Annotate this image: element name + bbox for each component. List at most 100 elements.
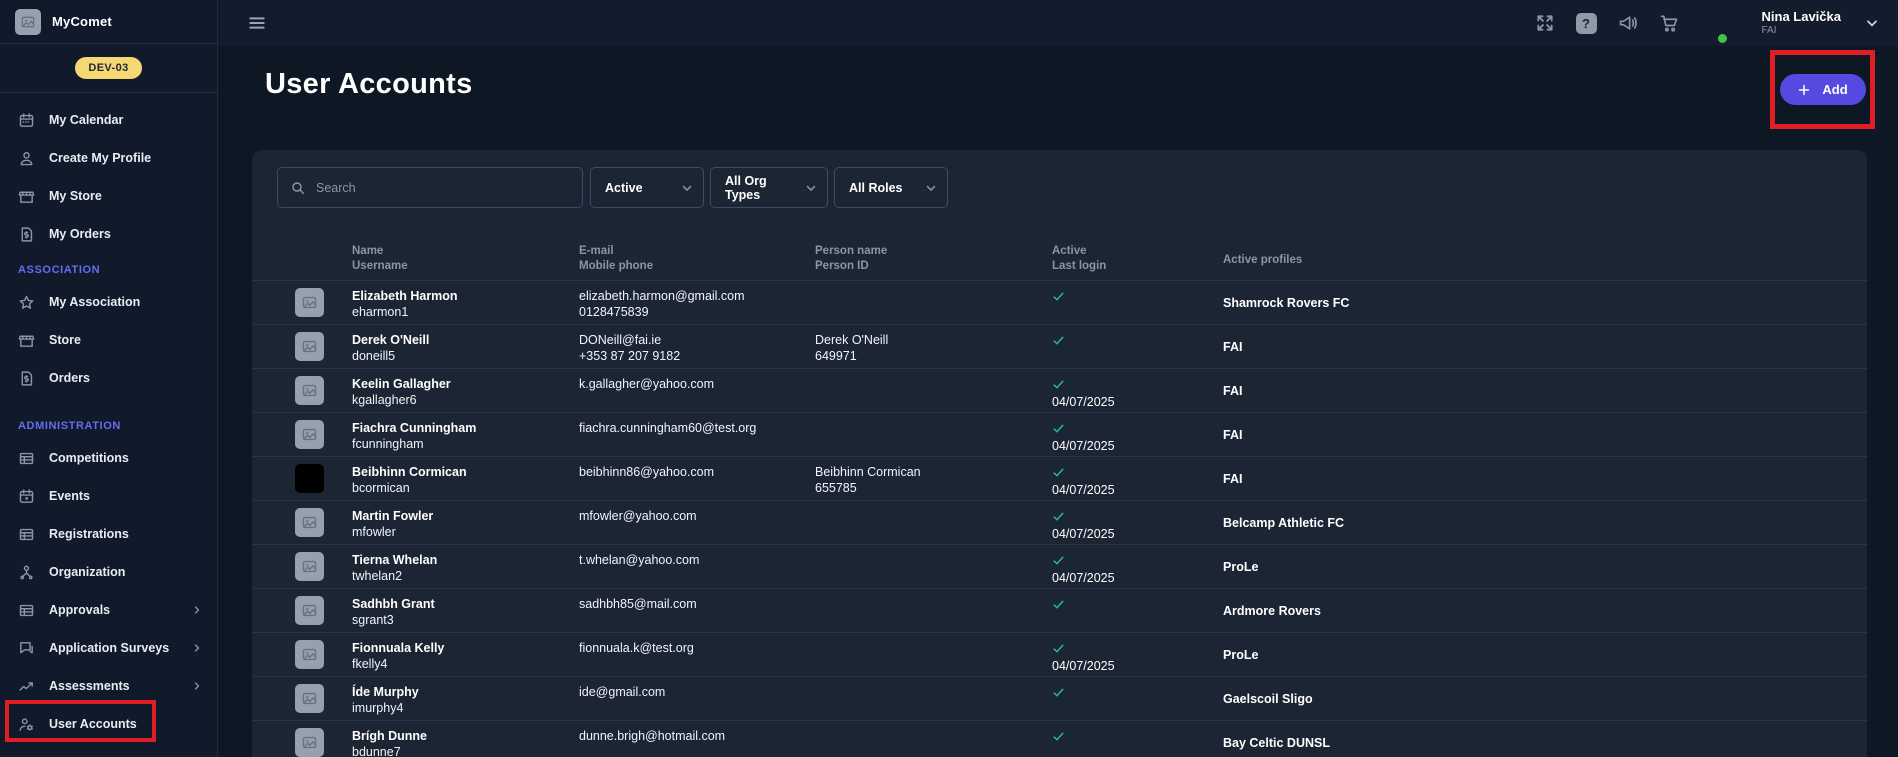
- avatar-placeholder-icon: [295, 376, 324, 405]
- header-active-profiles: Active profiles: [1223, 242, 1867, 276]
- image-icon: [301, 646, 318, 663]
- user-menu[interactable]: Nina Lavička FAI: [1762, 9, 1842, 37]
- invoice-icon: [18, 226, 35, 243]
- header-line: Name: [352, 244, 579, 259]
- last-login: 04/07/2025: [1052, 394, 1223, 410]
- add-button[interactable]: Add: [1780, 74, 1866, 105]
- username: mfowler: [352, 524, 579, 540]
- hamburger-menu-icon[interactable]: [247, 13, 267, 33]
- cell-profiles: FAI: [1223, 339, 1867, 355]
- cell-email: fionnuala.k@test.org: [579, 633, 815, 656]
- table-row[interactable]: Tierna Whelantwhelan2 t.whelan@yahoo.com…: [252, 544, 1867, 588]
- announcements-icon[interactable]: [1618, 13, 1638, 33]
- calendar-event-icon: [18, 488, 35, 505]
- table-header: Name Username E-mail Mobile phone Person…: [252, 242, 1867, 276]
- sidebar-item-user-accounts[interactable]: User Accounts: [0, 705, 217, 743]
- row-avatar: [252, 684, 352, 713]
- cell-name: Fiachra Cunninghamfcunningham: [352, 413, 579, 452]
- org-type-filter-value: All Org Types: [725, 174, 796, 202]
- table-row[interactable]: Derek O'Neilldoneill5 DONeill@fai.ie+353…: [252, 324, 1867, 368]
- topbar: ? Nina Lavička FAI: [218, 0, 1898, 46]
- cell-active: 04/07/2025: [1052, 457, 1223, 498]
- trend-icon: [18, 678, 35, 695]
- search-icon: [290, 180, 306, 196]
- avatar-placeholder-icon: [295, 640, 324, 669]
- row-avatar: [252, 376, 352, 405]
- fullscreen-icon[interactable]: [1535, 13, 1555, 33]
- online-status-dot: [1718, 34, 1727, 43]
- cell-person: [815, 633, 1052, 640]
- table-row[interactable]: Íde Murphyimurphy4 ide@gmail.com Gaelsco…: [252, 676, 1867, 720]
- cell-profiles: ProLe: [1223, 647, 1867, 663]
- sidebar-item-label: Competitions: [49, 451, 129, 465]
- user-avatar[interactable]: [1706, 10, 1733, 37]
- annotation-add-highlight: Add: [1770, 50, 1875, 129]
- sidebar-item-label: User Accounts: [49, 717, 137, 731]
- add-button-label: Add: [1822, 82, 1847, 97]
- table-row[interactable]: Sadhbh Grantsgrant3 sadhbh85@mail.com Ar…: [252, 588, 1867, 632]
- sidebar-item-store[interactable]: Store: [0, 321, 217, 359]
- sidebar-item-my-store[interactable]: My Store: [0, 177, 217, 215]
- sidebar-item-registrations[interactable]: Registrations: [0, 515, 217, 553]
- cell-person: [815, 413, 1052, 420]
- sidebar-item-assessments[interactable]: Assessments: [0, 667, 217, 705]
- table-row[interactable]: Beibhinn Cormicanbcormican beibhinn86@ya…: [252, 456, 1867, 500]
- sidebar-item-orders[interactable]: Orders: [0, 359, 217, 397]
- cell-person: Beibhinn Cormican655785: [815, 457, 1052, 496]
- main-content: User Accounts Add Active All Org Types: [218, 46, 1898, 757]
- help-icon[interactable]: ?: [1576, 13, 1597, 34]
- image-icon: [301, 514, 318, 531]
- sidebar-item-create-my-profile[interactable]: Create My Profile: [0, 139, 217, 177]
- app-logo-icon: [15, 9, 41, 35]
- sidebar-item-my-orders[interactable]: My Orders: [0, 215, 217, 253]
- active-check-icon: [1052, 334, 1065, 347]
- sidebar-item-approvals[interactable]: Approvals: [0, 591, 217, 629]
- sidebar-item-label: My Store: [49, 189, 102, 203]
- cell-name: Keelin Gallagherkgallagher6: [352, 369, 579, 408]
- sidebar-section-administration: ADMINISTRATION: [0, 413, 217, 439]
- table-row[interactable]: Fiachra Cunninghamfcunningham fiachra.cu…: [252, 412, 1867, 456]
- row-avatar: [252, 552, 352, 581]
- email: fionnuala.k@test.org: [579, 640, 815, 656]
- cell-name: Derek O'Neilldoneill5: [352, 325, 579, 364]
- survey-icon: [18, 640, 35, 657]
- cart-icon[interactable]: [1659, 13, 1679, 33]
- avatar-placeholder-icon: [295, 552, 324, 581]
- sidebar-logo-row[interactable]: MyComet: [0, 0, 217, 44]
- chevron-down-icon[interactable]: [1864, 15, 1880, 31]
- person-id: 655785: [815, 480, 1052, 496]
- cell-active: [1052, 281, 1223, 303]
- sidebar-item-competitions[interactable]: Competitions: [0, 439, 217, 477]
- table-row[interactable]: Keelin Gallagherkgallagher6 k.gallagher@…: [252, 368, 1867, 412]
- cell-email: fiachra.cunningham60@test.org: [579, 413, 815, 436]
- table-row[interactable]: Elizabeth Harmoneharmon1 elizabeth.harmo…: [252, 280, 1867, 324]
- table-row[interactable]: Martin Fowlermfowler mfowler@yahoo.com 0…: [252, 500, 1867, 544]
- sidebar-item-label: Store: [49, 333, 81, 347]
- cell-profiles: Gaelscoil Sligo: [1223, 691, 1867, 707]
- role-filter-select[interactable]: All Roles: [834, 167, 948, 208]
- table-row[interactable]: Brígh Dunnebdunne7 dunne.brigh@hotmail.c…: [252, 720, 1867, 757]
- cell-person: [815, 677, 1052, 684]
- username: eharmon1: [352, 304, 579, 320]
- cell-active: 04/07/2025: [1052, 501, 1223, 542]
- image-icon: [301, 426, 318, 443]
- table-row[interactable]: Fionnuala Kellyfkelly4 fionnuala.k@test.…: [252, 632, 1867, 676]
- sidebar-item-application-surveys[interactable]: Application Surveys: [0, 629, 217, 667]
- status-filter-select[interactable]: Active: [590, 167, 704, 208]
- sidebar-item-my-calendar[interactable]: My Calendar: [0, 101, 217, 139]
- sidebar-item-my-association[interactable]: My Association: [0, 283, 217, 321]
- email: mfowler@yahoo.com: [579, 508, 815, 524]
- org-type-filter-select[interactable]: All Org Types: [710, 167, 828, 208]
- cell-profiles: FAI: [1223, 427, 1867, 443]
- sidebar-item-organization[interactable]: Organization: [0, 553, 217, 591]
- header-line: E-mail: [579, 244, 815, 259]
- row-avatar: [252, 464, 352, 493]
- cell-profiles: FAI: [1223, 383, 1867, 399]
- image-icon: [301, 734, 318, 751]
- sidebar-item-events[interactable]: Events: [0, 477, 217, 515]
- image-icon: [301, 558, 318, 575]
- avatar-photo: [295, 464, 324, 493]
- search-input[interactable]: [316, 181, 570, 195]
- user-full-name: Beibhinn Cormican: [352, 464, 579, 480]
- cell-name: Brígh Dunnebdunne7: [352, 721, 579, 757]
